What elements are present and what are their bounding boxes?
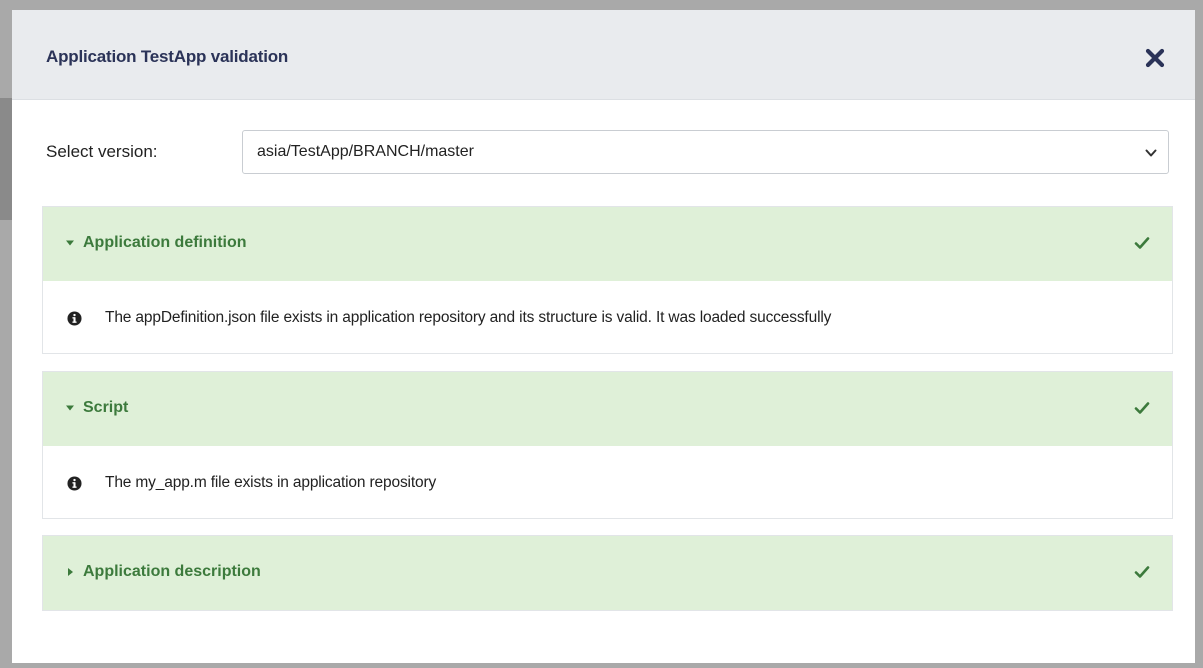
- caret-down-icon: [66, 240, 74, 246]
- panel-header-script[interactable]: Script: [43, 372, 1172, 446]
- chevron-down-icon: [1145, 149, 1157, 157]
- panel-body: The appDefinition.json file exists in ap…: [43, 281, 1172, 353]
- page-backdrop: [0, 98, 12, 220]
- info-circle-icon: [67, 311, 82, 326]
- panel-script: Script The my_app.m file exists in appli…: [42, 371, 1173, 519]
- panel-application-description: Application description: [42, 535, 1173, 611]
- panel-application-definition: Application definition The appDefinition…: [42, 206, 1173, 354]
- version-label: Select version:: [46, 142, 158, 161]
- validation-modal: Application TestApp validation Select ve…: [12, 10, 1195, 663]
- close-x-icon: [1145, 48, 1165, 68]
- panel-header-application-definition[interactable]: Application definition: [43, 207, 1172, 281]
- close-button[interactable]: [1143, 46, 1167, 70]
- caret-down-icon: [66, 405, 74, 411]
- version-select[interactable]: asia/TestApp/BRANCH/master: [242, 130, 1169, 174]
- check-icon: [1134, 566, 1150, 578]
- check-icon: [1134, 402, 1150, 414]
- panel-message: The my_app.m file exists in application …: [105, 474, 437, 491]
- caret-right-icon: [68, 568, 73, 576]
- panel-body: The my_app.m file exists in application …: [43, 446, 1172, 518]
- panel-header-application-description[interactable]: Application description: [43, 536, 1172, 610]
- modal-title: Application TestApp validation: [46, 47, 289, 66]
- modal-header: Application TestApp validation: [12, 10, 1195, 100]
- panel-title: Application definition: [83, 234, 247, 251]
- check-icon: [1134, 237, 1150, 249]
- panel-title: Script: [83, 399, 129, 416]
- panel-message: The appDefinition.json file exists in ap…: [105, 309, 832, 326]
- panel-title: Application description: [83, 563, 261, 580]
- version-selected-value: asia/TestApp/BRANCH/master: [257, 143, 474, 160]
- info-circle-icon: [67, 476, 82, 491]
- version-row: Select version: asia/TestApp/BRANCH/mast…: [46, 130, 1173, 174]
